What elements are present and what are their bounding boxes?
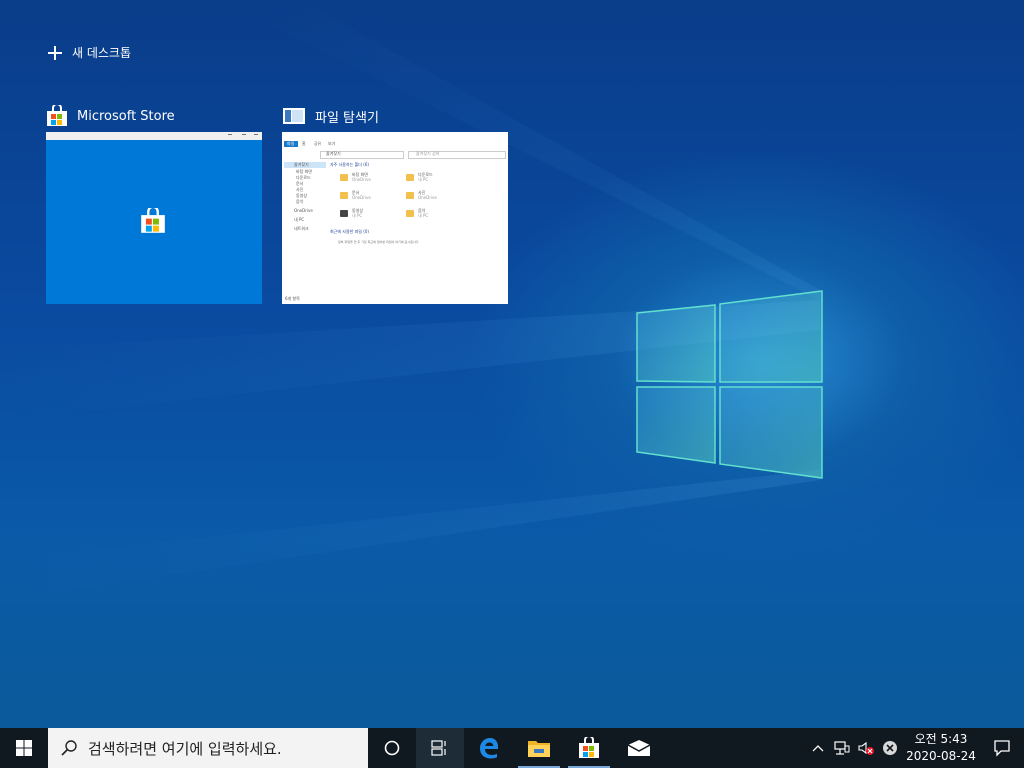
clock-time: 오전 5:43 bbox=[914, 732, 968, 746]
recent-files-header: 최근에 사용한 파일 (0) bbox=[330, 229, 369, 234]
cortana-icon bbox=[384, 740, 400, 756]
status-x-button[interactable] bbox=[878, 728, 902, 768]
volume-muted-icon bbox=[858, 741, 874, 755]
network-button[interactable] bbox=[830, 728, 854, 768]
cortana-button[interactable] bbox=[368, 728, 416, 768]
action-center-button[interactable] bbox=[980, 728, 1024, 768]
status-bar: 6개 항목 bbox=[285, 296, 300, 301]
search-icon bbox=[61, 740, 77, 756]
clock[interactable]: 오전 5:43 2020-08-24 bbox=[902, 731, 980, 765]
system-tray: 오전 5:43 2020-08-24 bbox=[806, 728, 1024, 768]
window-thumbnail[interactable] bbox=[46, 132, 262, 304]
ribbon-tab-view: 보기 bbox=[328, 141, 336, 146]
volume-button[interactable] bbox=[854, 728, 878, 768]
frequent-folders-header: 자주 사용하는 폴더 (6) bbox=[330, 162, 369, 167]
store-icon bbox=[47, 105, 67, 126]
window-thumbnail[interactable]: 파일 홈 공유 보기 즐겨찾기 즐겨찾기 검색 즐겨찾기 바탕 화면 다운로드 … bbox=[282, 132, 508, 304]
windows-start-icon bbox=[16, 740, 32, 756]
file-explorer-icon bbox=[283, 108, 305, 124]
taskbar-file-explorer-button[interactable] bbox=[514, 728, 564, 768]
window-card-file-explorer[interactable]: 파일 탐색기 파일 홈 공유 보기 즐겨찾기 즐겨찾기 검색 즐겨찾기 바탕 화… bbox=[282, 104, 508, 304]
task-view-icon bbox=[431, 740, 446, 756]
search-placeholder: 검색하려면 여기에 입력하세요. bbox=[88, 739, 282, 758]
taskbar-mail-button[interactable] bbox=[614, 728, 664, 768]
close-circle-icon bbox=[883, 741, 897, 755]
show-hidden-icons-button[interactable] bbox=[806, 728, 830, 768]
file-explorer-icon bbox=[528, 741, 550, 757]
taskbar: 검색하려면 여기에 입력하세요. 오전 5:43 2020-08-24 bbox=[0, 728, 1024, 768]
search-field: 즐겨찾기 검색 bbox=[416, 151, 440, 156]
recent-empty-text: 일부 파일을 연 후 가장 최근에 열어본 파일이 여기에 표시됩니다. bbox=[338, 240, 420, 244]
store-icon bbox=[141, 208, 165, 233]
window-card-header: Microsoft Store bbox=[46, 104, 272, 128]
start-button[interactable] bbox=[0, 728, 48, 768]
clock-date: 2020-08-24 bbox=[906, 749, 976, 763]
window-card-header: 파일 탐색기 bbox=[282, 104, 508, 128]
mail-icon bbox=[627, 740, 651, 756]
task-view-button[interactable] bbox=[416, 728, 464, 768]
new-desktop-label: 새 데스크톱 bbox=[72, 46, 132, 60]
new-desktop-button[interactable]: 새 데스크톱 bbox=[48, 44, 131, 61]
taskbar-edge-button[interactable] bbox=[464, 728, 514, 768]
ribbon-tab-share: 공유 bbox=[314, 141, 322, 146]
window-title: 파일 탐색기 bbox=[315, 110, 379, 126]
taskbar-store-button[interactable] bbox=[564, 728, 614, 768]
thumbnail-titlebar bbox=[46, 132, 262, 140]
ribbon-tab-home: 홈 bbox=[302, 141, 306, 146]
ribbon-tab-file: 파일 bbox=[287, 141, 295, 146]
store-icon bbox=[579, 737, 599, 758]
notification-icon bbox=[994, 740, 1010, 757]
chevron-up-icon bbox=[812, 745, 824, 752]
plus-icon bbox=[48, 45, 62, 60]
edge-icon bbox=[480, 738, 498, 759]
window-title: Microsoft Store bbox=[77, 108, 175, 124]
windows-logo-wallpaper bbox=[636, 290, 823, 479]
network-icon bbox=[834, 741, 850, 755]
address-bar: 즐겨찾기 bbox=[326, 151, 341, 156]
search-box[interactable]: 검색하려면 여기에 입력하세요. bbox=[48, 728, 368, 768]
window-card-store[interactable]: Microsoft Store bbox=[46, 104, 272, 304]
